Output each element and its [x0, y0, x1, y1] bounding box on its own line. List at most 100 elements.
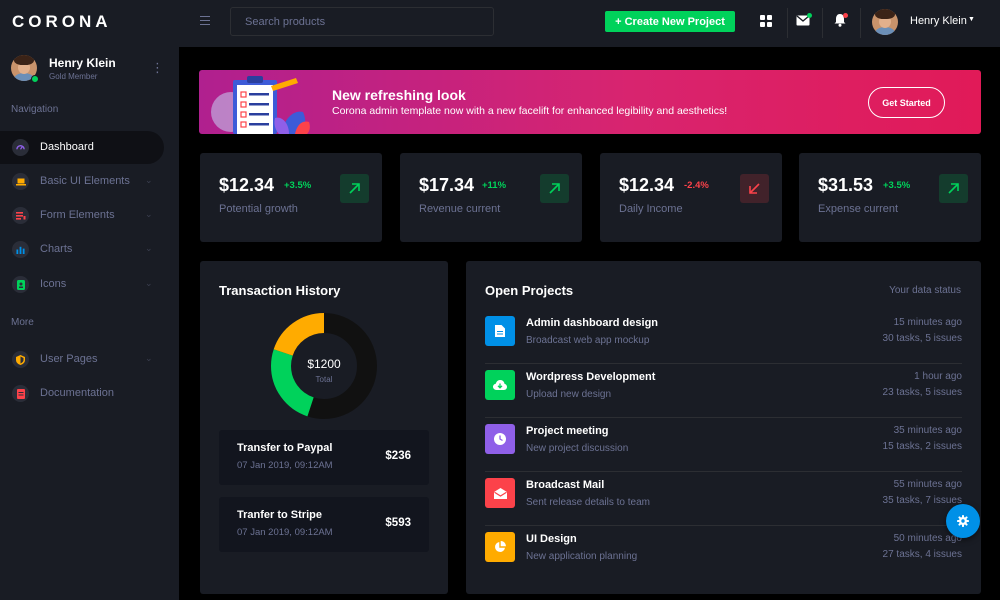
- transaction-date: 07 Jan 2019, 09:12AM: [237, 460, 333, 471]
- chevron-down-icon: ⌄: [145, 175, 153, 185]
- file-document-icon: [485, 316, 515, 346]
- stat-value: $12.34: [219, 175, 275, 195]
- project-desc: New application planning: [526, 551, 638, 562]
- stat-value: $12.34: [619, 175, 675, 195]
- dots-vertical-icon[interactable]: ⋮: [151, 61, 164, 74]
- online-status-dot: [31, 75, 39, 83]
- donut-total-label: Total: [315, 375, 333, 384]
- email-open-icon: [485, 478, 515, 508]
- sidebar-item-dashboard[interactable]: Dashboard: [0, 131, 164, 164]
- stat-change: +11%: [482, 180, 507, 191]
- project-row[interactable]: Project meeting New project discussion 3…: [485, 418, 962, 472]
- clipboard-illustration-icon: [211, 76, 310, 134]
- search-input[interactable]: [230, 7, 494, 36]
- project-name: Broadcast Mail: [526, 479, 605, 491]
- sidebar-item-documentation[interactable]: Documentation: [0, 377, 164, 410]
- chart-pie-icon: [485, 532, 515, 562]
- email-icon[interactable]: [796, 13, 812, 29]
- more-section-label: More: [11, 317, 34, 328]
- stat-card-expense-current: $31.53 +3.5% Expense current: [799, 153, 981, 242]
- stat-change: +3.5%: [883, 180, 911, 191]
- sidebar-item-label: Charts: [40, 243, 73, 255]
- sidebar-item-form-elements[interactable]: Form Elements ⌄: [0, 199, 164, 232]
- donut-total-amount: $1200: [307, 357, 341, 371]
- apps-grid-icon[interactable]: [758, 13, 774, 29]
- transaction-item[interactable]: Transfer to Paypal 07 Jan 2019, 09:12AM …: [219, 430, 429, 485]
- brand-logo[interactable]: CORONA: [12, 12, 112, 32]
- notification-badge-dot: [843, 13, 848, 18]
- arrow-bottom-left-icon: [740, 174, 769, 203]
- arrow-top-right-icon: [939, 174, 968, 203]
- user-name[interactable]: Henry Klein: [910, 15, 967, 27]
- stat-value: $31.53: [818, 175, 874, 195]
- project-name: Project meeting: [526, 425, 609, 437]
- project-row[interactable]: Wordpress Development Upload new design …: [485, 364, 962, 418]
- data-status-label: Your data status: [889, 285, 961, 296]
- stat-label: Potential growth: [219, 203, 298, 215]
- stat-card-potential-growth: $12.34 +3.5% Potential growth: [200, 153, 382, 242]
- transaction-history-card: Transaction History $1200 Total Transfer…: [200, 261, 448, 594]
- transaction-donut-chart: $1200 Total: [271, 313, 377, 419]
- project-tasks: 27 tasks, 4 issues: [882, 549, 962, 560]
- project-time: 15 minutes ago: [893, 317, 962, 328]
- sidebar-item-icons[interactable]: Icons ⌄: [0, 268, 164, 301]
- project-name: Wordpress Development: [526, 371, 656, 383]
- sidebar-item-label: User Pages: [40, 353, 98, 365]
- project-time: 35 minutes ago: [893, 425, 962, 436]
- banner-title: New refreshing look: [332, 87, 466, 103]
- contacts-icon: [12, 276, 29, 293]
- playlist-icon: [12, 207, 29, 224]
- nav-section-label: Navigation: [11, 104, 59, 115]
- project-tasks: 15 tasks, 2 issues: [882, 441, 962, 452]
- stat-card-daily-income: $12.34 -2.4% Daily Income: [600, 153, 782, 242]
- sidebar-profile[interactable]: Henry Klein Gold Member ⋮: [11, 53, 171, 85]
- sidebar-item-label: Documentation: [40, 387, 114, 399]
- transaction-amount: $593: [385, 517, 411, 529]
- sidebar-item-user-pages[interactable]: User Pages ⌄: [0, 343, 164, 376]
- security-icon: [12, 351, 29, 368]
- chart-bar-icon: [12, 241, 29, 258]
- transaction-title: Tranfer to Stripe: [237, 509, 322, 521]
- transaction-title: Transfer to Paypal: [237, 442, 333, 454]
- project-desc: Upload new design: [526, 389, 612, 400]
- banner-text: Corona admin template now with a new fac…: [332, 105, 728, 117]
- menu-icon[interactable]: [200, 16, 210, 25]
- project-desc: Sent release details to team: [526, 497, 650, 508]
- project-row[interactable]: UI Design New application planning 50 mi…: [485, 526, 962, 580]
- user-avatar[interactable]: [872, 9, 898, 35]
- open-projects-card: Open Projects Your data status Admin das…: [466, 261, 981, 594]
- project-name: Admin dashboard design: [526, 317, 659, 329]
- project-tasks: 30 tasks, 5 issues: [882, 333, 962, 344]
- project-desc: Broadcast web app mockup: [526, 335, 650, 346]
- profile-role: Gold Member: [49, 72, 98, 81]
- card-title: Open Projects: [485, 283, 574, 298]
- project-desc: New project discussion: [526, 443, 629, 454]
- bell-icon[interactable]: [834, 13, 850, 29]
- project-tasks: 23 tasks, 5 issues: [882, 387, 962, 398]
- file-document-icon: [12, 385, 29, 402]
- gear-icon: [957, 515, 969, 527]
- sidebar-item-charts[interactable]: Charts ⌄: [0, 233, 164, 266]
- sidebar-item-basic-ui-elements[interactable]: Basic UI Elements ⌄: [0, 165, 164, 198]
- card-title: Transaction History: [219, 283, 341, 298]
- clock-icon: [485, 424, 515, 454]
- stat-value: $17.34: [419, 175, 475, 195]
- project-tasks: 35 tasks, 7 issues: [882, 495, 962, 506]
- get-started-button[interactable]: Get Started: [868, 87, 945, 118]
- stat-label: Revenue current: [419, 203, 501, 215]
- project-name: UI Design: [526, 533, 577, 545]
- stat-change: -2.4%: [684, 180, 709, 191]
- arrow-top-right-icon: [540, 174, 569, 203]
- project-time: 1 hour ago: [914, 371, 962, 382]
- create-project-button[interactable]: + Create New Project: [605, 11, 735, 32]
- settings-button[interactable]: [946, 504, 980, 538]
- stat-label: Daily Income: [619, 203, 683, 215]
- sidebar-item-label: Icons: [40, 278, 67, 290]
- stat-change: +3.5%: [284, 180, 312, 191]
- project-row[interactable]: Broadcast Mail Sent release details to t…: [485, 472, 962, 526]
- project-row[interactable]: Admin dashboard design Broadcast web app…: [485, 310, 962, 364]
- transaction-item[interactable]: Tranfer to Stripe 07 Jan 2019, 09:12AM $…: [219, 497, 429, 552]
- caret-down-icon[interactable]: ▼: [968, 16, 975, 23]
- sidebar-item-label: Dashboard: [40, 141, 94, 153]
- chevron-down-icon: ⌄: [145, 209, 153, 219]
